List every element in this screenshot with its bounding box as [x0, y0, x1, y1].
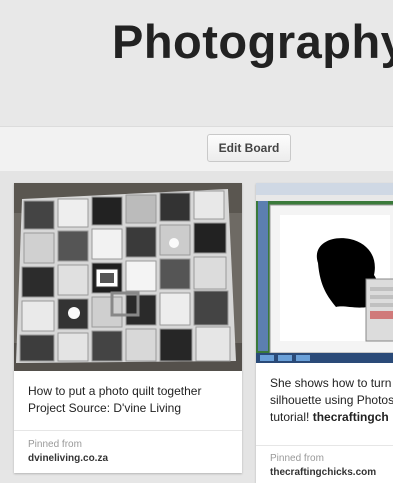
board-header: Photography — [0, 0, 393, 126]
pin-description: She shows how to turn silhouette using P… — [270, 375, 393, 426]
photoshop-screenshot-image — [256, 183, 393, 363]
pin-description-text: tutorial! — [270, 410, 310, 424]
photo-quilt-image — [14, 183, 242, 371]
pin-source-link[interactable]: thecraftingchicks.com — [270, 467, 376, 478]
pin-description-line: silhouette using Photos — [270, 393, 393, 407]
pin-divider — [256, 445, 393, 446]
pin-description-line: She shows how to turn — [270, 376, 392, 390]
pinned-from-label: Pinned from — [270, 453, 324, 464]
pin-grid: How to put a photo quilt together Projec… — [0, 171, 393, 483]
pin-description-line: tutorial! thecraftingch — [270, 409, 393, 426]
pin-source-link[interactable]: dvineliving.co.za — [28, 453, 108, 464]
pin-attribution: thecraftingch — [312, 410, 389, 424]
pinned-from-label: Pinned from — [28, 439, 82, 450]
pin-image[interactable] — [256, 183, 393, 363]
pin-card[interactable]: How to put a photo quilt together Projec… — [14, 183, 242, 473]
board-title: Photography — [112, 15, 393, 68]
pin-divider — [14, 430, 242, 431]
pin-image[interactable] — [14, 183, 242, 371]
edit-board-button[interactable]: Edit Board — [207, 134, 291, 162]
pin-card[interactable]: She shows how to turn silhouette using P… — [256, 183, 393, 483]
pin-description: How to put a photo quilt together Projec… — [28, 384, 202, 415]
board-toolbar: Edit Board — [0, 126, 393, 172]
